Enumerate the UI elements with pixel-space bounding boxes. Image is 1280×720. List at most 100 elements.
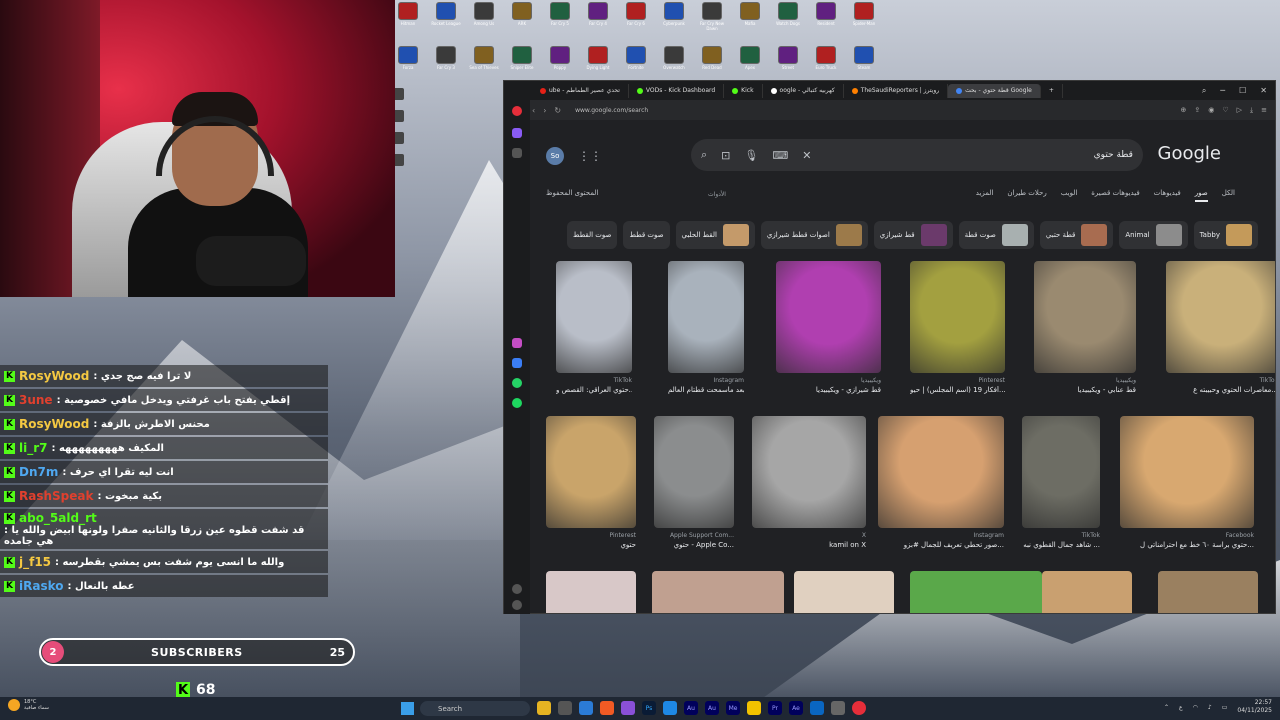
desktop-icon[interactable]: Far Cry 3	[430, 45, 462, 83]
browser-tab[interactable]: ube - تحدي عصير الطماطم	[532, 83, 629, 98]
photoshop-icon[interactable]: Ps	[642, 701, 656, 715]
history-icon[interactable]	[512, 600, 522, 610]
related-search-chip[interactable]: القط الحلبي	[675, 221, 755, 249]
desktop-icon[interactable]: Steam	[848, 45, 880, 83]
cat-image[interactable]	[654, 416, 734, 528]
chat-username[interactable]: j_f15	[19, 555, 51, 569]
saved-content-link[interactable]: المحتوى المحفوظ	[546, 189, 598, 197]
media-encoder-icon[interactable]: Me	[726, 701, 740, 715]
close-icon[interactable]: ✕	[1260, 86, 1267, 96]
desktop-icon[interactable]: Apex	[734, 45, 766, 83]
desktop-icon[interactable]: ARK	[506, 2, 538, 44]
search-tab[interactable]: صور	[1194, 189, 1208, 202]
search-box[interactable]: ⌕ ⊡ 🎙 ⌨ ✕ قطة حتوي	[691, 139, 1143, 171]
image-source[interactable]: ويكيبيديا	[1034, 377, 1136, 384]
chat-username[interactable]: RosyWood	[19, 369, 89, 383]
image-source[interactable]: X	[752, 532, 866, 539]
new-tab-button[interactable]: +	[1041, 83, 1063, 98]
weather-widget[interactable]: 18°C سماء صافية	[8, 699, 49, 711]
image-source[interactable]: ويكيبيديا	[776, 377, 881, 384]
audition-icon[interactable]: Au	[684, 701, 698, 715]
desktop-icon[interactable]: Watch Dogs	[772, 2, 804, 44]
cat-image[interactable]	[878, 416, 1004, 528]
desktop-icon[interactable]: Fortnite	[620, 45, 652, 83]
cat-image[interactable]	[556, 261, 632, 373]
chat-username[interactable]: 3une	[19, 393, 53, 407]
chat-username[interactable]: RosyWood	[19, 417, 89, 431]
desktop-icon[interactable]: Red Dead	[696, 45, 728, 83]
desktop-icon[interactable]: Rocket League	[430, 2, 462, 44]
desktop-icon[interactable]: Street	[772, 45, 804, 83]
image-title[interactable]: شاهد جمال القطوي نبه ...	[1022, 541, 1100, 549]
cat-image[interactable]	[1042, 571, 1132, 613]
image-source[interactable]: TikTok	[1022, 532, 1100, 539]
clear-icon[interactable]: ✕	[802, 149, 811, 162]
related-search-chip[interactable]: صوت قطة	[958, 221, 1034, 249]
avatar[interactable]: So	[546, 147, 564, 165]
xcode-icon[interactable]	[663, 701, 677, 715]
minimize-icon[interactable]: ─	[1220, 86, 1225, 96]
keyboard-icon[interactable]: ⌨	[772, 149, 788, 162]
norton-icon[interactable]	[747, 701, 761, 715]
settings-icon[interactable]	[831, 701, 845, 715]
related-search-chip[interactable]: قطة حتبي	[1039, 221, 1114, 249]
image-title[interactable]: معاصرات الحتوي وحبيبته ع...	[1166, 386, 1275, 394]
search-input[interactable]: قطة حتوي	[1094, 150, 1133, 160]
browser-tab[interactable]: VODs - Kick Dashboard	[629, 83, 725, 98]
desktop-icon[interactable]: Euro Truck	[810, 45, 842, 83]
search-tabs-icon[interactable]: ⌕	[1202, 86, 1206, 96]
file-explorer-icon[interactable]	[537, 701, 551, 715]
related-search-chip[interactable]: Tabby	[1193, 221, 1258, 249]
chevron-up-icon[interactable]: ⌃	[1164, 704, 1169, 711]
cat-image[interactable]	[546, 571, 636, 613]
search-tab[interactable]: المزيد	[976, 189, 994, 202]
opera-icon[interactable]	[852, 701, 866, 715]
whatsapp-icon[interactable]	[512, 378, 522, 388]
image-source[interactable]: Apple Support Com...	[654, 532, 734, 539]
wifi-icon[interactable]: ◠	[1193, 704, 1198, 711]
image-result[interactable]: Xkamil on X	[752, 416, 866, 549]
cat-image[interactable]	[1120, 416, 1254, 528]
desktop-icon[interactable]: Hitman	[392, 2, 424, 44]
brave-icon[interactable]	[600, 701, 614, 715]
cat-image[interactable]	[1166, 261, 1275, 373]
cat-image[interactable]	[910, 261, 1005, 373]
chat-username[interactable]: RashSpeak	[19, 489, 93, 503]
search-icon[interactable]: ⌕	[701, 148, 707, 162]
browser-tab[interactable]: TheSaudiReporters | رويترز	[844, 83, 949, 98]
image-source[interactable]: Facebook	[1120, 532, 1254, 539]
image-source[interactable]: Instagram	[878, 532, 1004, 539]
back-icon[interactable]: ‹	[532, 106, 535, 115]
related-search-chip[interactable]: قط شيرازي	[873, 221, 953, 249]
image-result[interactable]: TikTok حتوي العراقي: القصص و...	[556, 261, 632, 394]
url-field[interactable]: www.google.com/search	[575, 107, 648, 114]
desktop-icon[interactable]: Far Cry 5	[544, 2, 576, 44]
cat-image[interactable]	[776, 261, 881, 373]
search-tab[interactable]: الويب	[1061, 189, 1078, 202]
image-title[interactable]: kamil on X	[752, 541, 866, 549]
cat-image[interactable]	[1158, 571, 1258, 613]
cat-image[interactable]	[794, 571, 894, 613]
apps-grid-icon[interactable]: ⋮⋮	[578, 149, 602, 163]
tools-button[interactable]: الأدوات	[708, 191, 726, 198]
related-search-chip[interactable]: اصوات قطط شيرازي	[760, 221, 868, 249]
image-title[interactable]: قط عنابي - ويكيبيديا	[1034, 386, 1136, 394]
aria-icon[interactable]	[512, 338, 522, 348]
search-tab[interactable]: رحلات طيران	[1007, 189, 1046, 202]
browser-tab[interactable]: Kick	[724, 83, 763, 98]
cat-image[interactable]	[752, 416, 866, 528]
image-result[interactable]: Instagram صور تحطي تعريف للجمال #بزو...	[878, 416, 1004, 549]
desktop-icon[interactable]: Far Cry 6	[620, 2, 652, 44]
camera-icon[interactable]: ◉	[1208, 106, 1214, 115]
reload-icon[interactable]: ↻	[554, 106, 561, 115]
search-tab[interactable]: الكل	[1222, 189, 1235, 202]
vscode-icon[interactable]	[579, 701, 593, 715]
desktop-icon[interactable]: Cyberpunk	[658, 2, 690, 44]
image-source[interactable]: Instagram	[668, 377, 744, 384]
messenger-icon[interactable]	[512, 358, 522, 368]
image-result[interactable]: Instagram بعد ماسمحت قطتام العالم ...	[668, 261, 744, 394]
mic-icon[interactable]: 🎙	[744, 149, 758, 162]
image-title[interactable]: حتوي براسة ٦٠ خط مع احترامناتي ل...	[1120, 541, 1254, 549]
desktop-icon[interactable]: Resident	[810, 2, 842, 44]
desktop-icon[interactable]: Sea of Thieves	[468, 45, 500, 83]
